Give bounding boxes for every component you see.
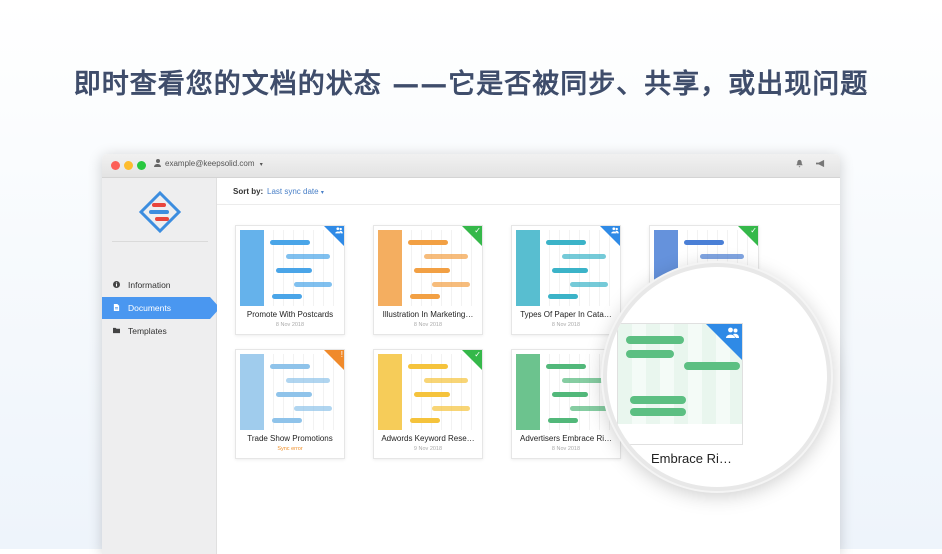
user-icon [154,159,161,167]
sort-bar: Sort by: Last sync date ▾ [217,178,840,205]
document-card[interactable]: Types Of Paper In Cata… 8 Nov 2018 [511,225,621,335]
magnifier-lens: Embrace Ri… [603,263,831,491]
sidebar-item-label: Documents [128,303,171,313]
document-name: Adwords Keyword Rese… [381,434,475,443]
magnified-document-card[interactable] [617,323,743,445]
bell-icon[interactable] [795,159,807,171]
warning-icon: ! [340,350,343,359]
sync-error-label: Sync error [277,446,303,452]
close-button[interactable] [111,161,120,170]
account-email: example@keepsolid.com [165,159,255,168]
document-name: Advertisers Embrace Ri… [519,434,613,443]
document-card[interactable]: ✓ Illustration In Marketing… 8 Nov 2018 [373,225,483,335]
app-logo [138,190,182,234]
document-name: Types Of Paper In Cata… [520,310,612,319]
document-date: 9 Nov 2018 [413,446,443,452]
shared-users-icon [726,327,739,338]
document-date: 8 Nov 2018 [413,322,443,328]
sidebar-item-documents[interactable]: Documents [102,297,220,319]
document-date: 8 Nov 2018 [551,446,581,452]
minimize-button[interactable] [124,161,133,170]
maximize-button[interactable] [137,161,146,170]
shared-users-icon [611,227,619,236]
page-headline: 即时查看您的文档的状态 ——它是否被同步、共享，或出现问题 [73,69,869,100]
checkmark-icon: ✓ [474,350,481,359]
info-icon [113,281,120,288]
account-menu[interactable]: example@keepsolid.com ▾ [154,159,263,168]
document-name: Trade Show Promotions [247,434,333,443]
title-bar: example@keepsolid.com ▾ [102,154,840,178]
document-card[interactable]: Promote With Postcards 8 Nov 2018 [235,225,345,335]
document-card[interactable]: ✓ Adwords Keyword Rese… 9 Nov 2018 [373,349,483,459]
document-icon [113,304,120,311]
sidebar-item-label: Templates [128,326,167,336]
sort-dropdown[interactable]: Last sync date ▾ [267,187,324,196]
document-card[interactable]: ! Trade Show Promotions Sync error [235,349,345,459]
sidebar-item-information[interactable]: Information [102,274,220,296]
checkmark-icon: ✓ [750,226,757,235]
sort-label: Sort by: [233,187,264,196]
chevron-down-icon: ▾ [259,162,263,168]
folder-icon [113,327,120,334]
document-name: Illustration In Marketing… [382,310,474,319]
shared-users-icon [335,227,343,236]
sidebar-item-label: Information [128,280,171,290]
sidebar-item-templates[interactable]: Templates [102,320,220,342]
chevron-down-icon: ▾ [320,190,324,196]
document-date: 8 Nov 2018 [551,322,581,328]
sidebar: Information Documents Templates [102,178,220,554]
document-thumbnail [516,354,616,430]
checkmark-icon: ✓ [474,226,481,235]
document-name: Promote With Postcards [246,310,334,319]
document-date: 8 Nov 2018 [275,322,305,328]
magnified-card-name: Embrace Ri… [651,451,732,466]
megaphone-icon[interactable] [815,159,826,171]
